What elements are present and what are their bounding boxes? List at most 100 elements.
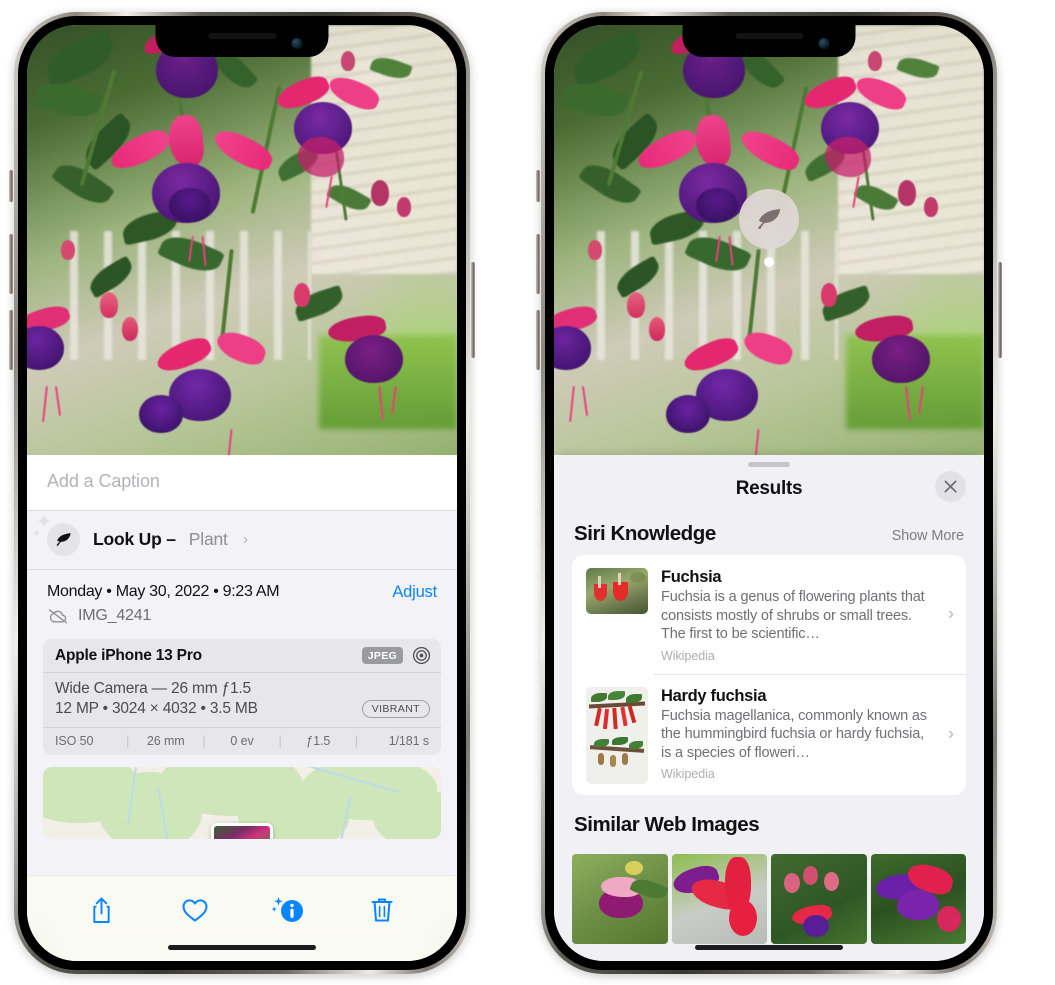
notch-left <box>155 25 329 57</box>
front-camera-icon <box>818 38 830 49</box>
power-button[interactable] <box>998 262 1002 358</box>
photo-style-badge: VIBRANT <box>361 700 430 718</box>
iphone-device-left: Add a Caption ✦ ✦ Look Up – Plant › Mond… <box>9 12 475 974</box>
result-thumbnail <box>586 686 648 784</box>
caption-input[interactable]: Add a Caption <box>47 471 437 492</box>
result-source: Wikipedia <box>661 767 715 781</box>
look-up-row[interactable]: ✦ ✦ Look Up – Plant › <box>27 511 457 570</box>
aperture-icon <box>412 646 431 665</box>
device-bezel-left: Add a Caption ✦ ✦ Look Up – Plant › Mond… <box>18 16 466 970</box>
result-body: Hardy fuchsia Fuchsia magellanica, commo… <box>661 687 952 782</box>
results-title: Results <box>735 478 803 499</box>
row-divider <box>47 568 441 569</box>
share-button[interactable] <box>82 890 122 930</box>
location-map[interactable] <box>43 767 441 839</box>
result-body: Fuchsia Fuchsia is a genus of flowering … <box>661 568 952 663</box>
leaf-glyph-svg <box>56 533 71 546</box>
sparkle-icon-small: ✦ <box>32 528 42 540</box>
trash-icon <box>371 898 393 922</box>
results-header: Results <box>554 467 984 504</box>
leaf-icon <box>758 209 781 229</box>
result-description: Fuchsia is a genus of flowering plants t… <box>661 589 925 642</box>
similar-image-thumb[interactable] <box>870 853 966 944</box>
results-sheet: Results Siri Knowledge Show More Fuchsia… <box>554 455 984 961</box>
chevron-right-icon: › <box>948 603 954 624</box>
share-icon <box>93 897 110 923</box>
exif-lens-block: Wide Camera — 26 mm ƒ1.5 12 MP • 3024 × … <box>43 673 441 728</box>
exif-stats-row: ISO 50 | 26 mm | 0 ev | ƒ1.5 | 1/181 s <box>43 728 441 755</box>
capture-date-text: Monday • May 30, 2022 • 9:23 AM <box>47 583 280 600</box>
photo-viewer[interactable] <box>554 25 984 455</box>
section-title: Siri Knowledge <box>574 522 716 545</box>
knowledge-result-row[interactable]: Fuchsia Fuchsia is a genus of flowering … <box>572 555 966 674</box>
volume-down-button[interactable] <box>536 310 540 370</box>
exif-stat-focal: 26 mm <box>146 734 185 748</box>
exif-header: Apple iPhone 13 Pro JPEG <box>43 639 441 673</box>
exif-card: Apple iPhone 13 Pro JPEG Wide Camera — 2… <box>43 639 441 755</box>
camera-device-name: Apple iPhone 13 Pro <box>55 646 202 664</box>
front-camera-icon <box>291 38 303 49</box>
section-title: Similar Web Images <box>574 812 760 836</box>
photo-viewer[interactable] <box>27 25 457 455</box>
result-description: Fuchsia magellanica, commonly known as t… <box>661 707 927 761</box>
result-title: Fuchsia <box>661 568 722 586</box>
close-button[interactable] <box>935 471 966 502</box>
adjust-button[interactable]: Adjust <box>392 583 437 602</box>
file-name-row: IMG_4241 <box>27 602 457 625</box>
stat-divider: | <box>354 734 358 748</box>
caption-field-row[interactable]: Add a Caption <box>27 455 457 511</box>
delete-button[interactable] <box>362 890 402 930</box>
chevron-right-icon: › <box>948 723 954 744</box>
notch-right <box>682 25 856 57</box>
screenshot-stage: Add a Caption ✦ ✦ Look Up – Plant › Mond… <box>0 0 1055 985</box>
photo-info-sheet: Add a Caption ✦ ✦ Look Up – Plant › Mond… <box>27 455 457 961</box>
format-badge: JPEG <box>361 647 403 664</box>
favorite-button[interactable] <box>175 890 215 930</box>
similar-web-images-header: Similar Web Images <box>554 795 984 846</box>
mute-switch[interactable] <box>536 170 540 202</box>
look-up-title: Look Up – <box>93 529 176 549</box>
volume-up-button[interactable] <box>536 234 540 294</box>
stat-divider: | <box>202 734 206 748</box>
leaf-icon: ✦ ✦ <box>32 513 80 556</box>
device-bezel-right: Results Siri Knowledge Show More Fuchsia… <box>545 16 993 970</box>
mute-switch[interactable] <box>9 170 13 202</box>
show-more-button[interactable]: Show More <box>892 528 965 544</box>
exif-stat-shutter: 1/181 s <box>388 734 430 748</box>
visual-lookup-leaf-badge[interactable] <box>739 189 799 249</box>
file-name-text: IMG_4241 <box>78 607 152 624</box>
look-up-subject: Plant <box>188 529 228 549</box>
screen-right: Results Siri Knowledge Show More Fuchsia… <box>554 25 984 961</box>
similar-image-thumb[interactable] <box>771 853 867 944</box>
heart-icon <box>182 899 208 922</box>
home-indicator[interactable] <box>168 945 316 950</box>
siri-knowledge-header: Siri Knowledge Show More <box>554 504 984 555</box>
iphone-device-right: Results Siri Knowledge Show More Fuchsia… <box>536 12 1002 974</box>
volume-up-button[interactable] <box>9 234 13 294</box>
result-title: Hardy fuchsia <box>661 686 767 705</box>
result-thumbnail <box>586 568 648 614</box>
screen-left: Add a Caption ✦ ✦ Look Up – Plant › Mond… <box>27 25 457 961</box>
lens-info: Wide Camera — 26 mm ƒ1.5 <box>55 680 251 697</box>
capture-date-row: Monday • May 30, 2022 • 9:23 AM Adjust <box>27 570 457 602</box>
volume-down-button[interactable] <box>9 310 13 370</box>
earpiece-speaker <box>735 33 803 39</box>
similar-images-strip[interactable] <box>554 853 984 944</box>
exif-stat-aperture: ƒ1.5 <box>306 734 331 748</box>
visual-lookup-anchor-dot <box>764 257 774 267</box>
exif-stat-ev: 0 ev <box>230 734 254 748</box>
map-photo-pin[interactable] <box>211 823 273 839</box>
earpiece-speaker <box>208 33 276 39</box>
info-sparkle-icon <box>271 897 303 922</box>
stat-divider: | <box>278 734 282 748</box>
chevron-right-icon: › <box>242 530 249 548</box>
close-icon <box>944 480 957 493</box>
home-indicator[interactable] <box>695 945 843 950</box>
power-button[interactable] <box>471 262 475 358</box>
knowledge-result-row[interactable]: Hardy fuchsia Fuchsia magellanica, commo… <box>572 673 966 795</box>
siri-knowledge-card: Fuchsia Fuchsia is a genus of flowering … <box>572 555 966 795</box>
similar-image-thumb[interactable] <box>572 853 668 944</box>
result-source: Wikipedia <box>661 648 715 663</box>
similar-image-thumb[interactable] <box>671 853 767 944</box>
info-button[interactable] <box>269 890 309 930</box>
